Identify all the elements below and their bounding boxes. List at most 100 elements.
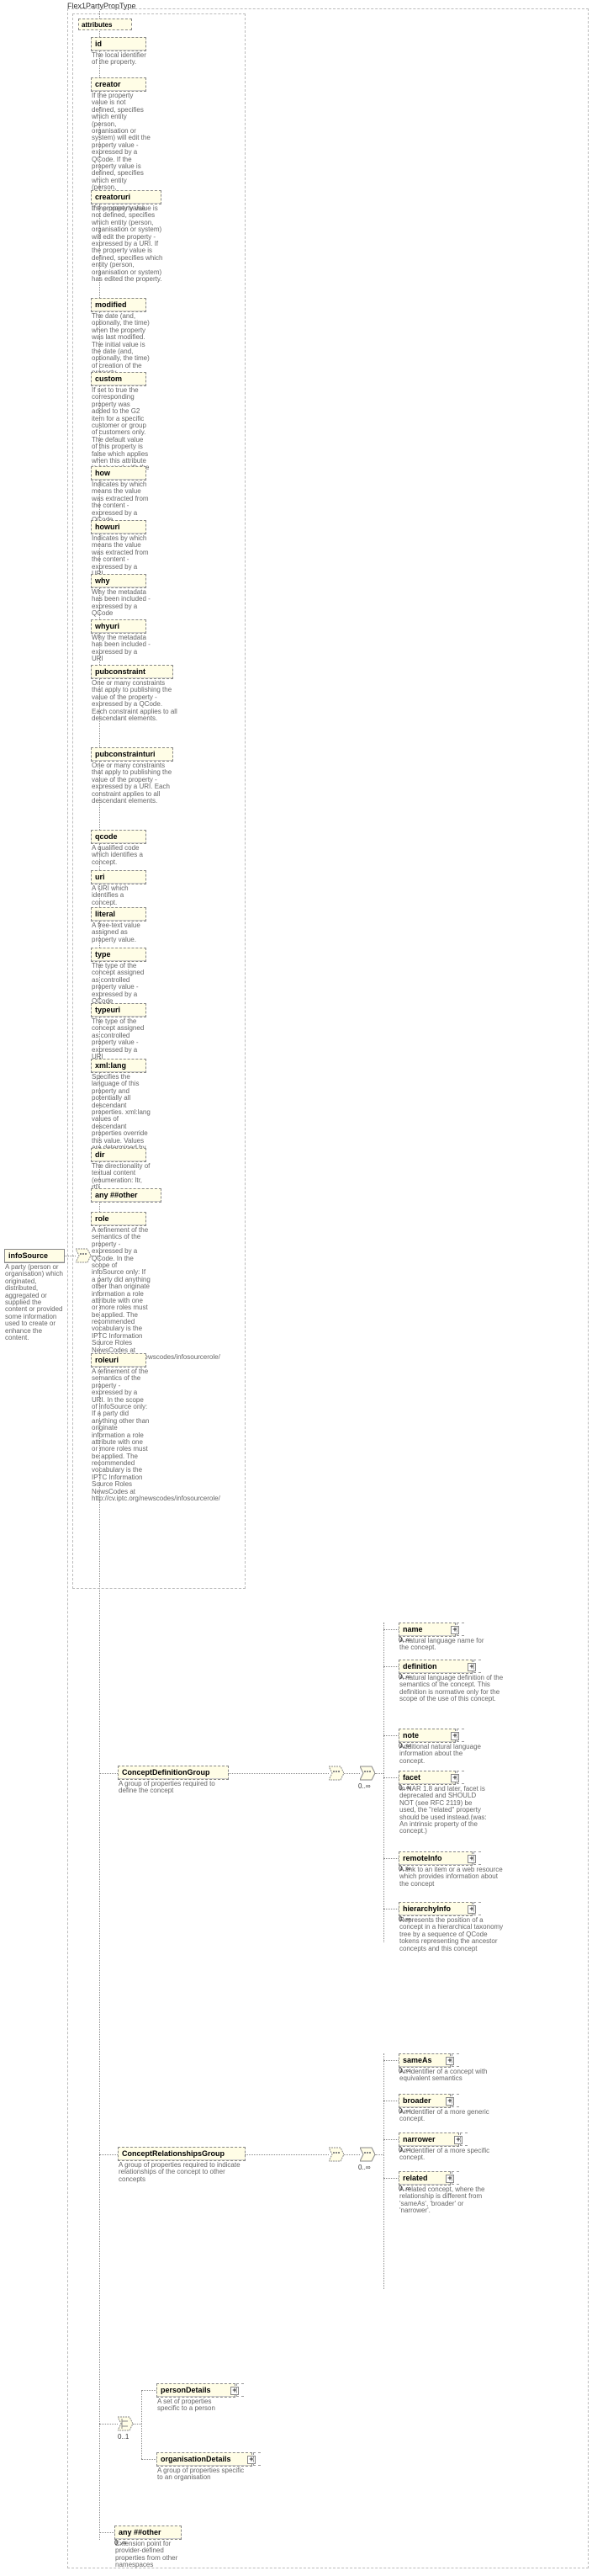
label: organisationDetails: [161, 2455, 231, 2463]
cardinality: 0..1: [118, 2433, 129, 2441]
attr-desc: The directionality of textual content (e…: [92, 1162, 151, 1192]
spine: [383, 1623, 384, 1942]
sequence-icon: [329, 1764, 344, 1782]
desc: A party (person or organisation) which o…: [5, 1263, 64, 1341]
attr-desc: If set to true the corresponding propert…: [92, 386, 151, 479]
desc: Represents the position of a concept in …: [399, 1916, 505, 1952]
attr-id: idThe local identifier of the property.: [91, 37, 146, 51]
attr-label: uri: [92, 871, 145, 884]
connector: [344, 1773, 360, 1774]
attr-desc: A URI which identifies a concept.: [92, 884, 151, 906]
desc: A related concept, where the relationshi…: [399, 2186, 492, 2215]
attr-desc: A free-text value assigned as property v…: [92, 922, 151, 943]
attr-label: role: [92, 1213, 145, 1225]
sequence-icon: [360, 2145, 375, 2164]
attr-label: dir: [92, 1149, 145, 1161]
desc: A group of properties required to indica…: [119, 2161, 245, 2183]
attr-desc: Why the metadata has been included - exp…: [92, 588, 151, 618]
attr-desc: Indicates by which means the value was e…: [92, 534, 151, 577]
label: any ##other: [115, 2526, 181, 2539]
connector: [383, 2178, 399, 2179]
attr-label: roleuri: [92, 1354, 145, 1367]
spine: [141, 2390, 142, 2459]
label: broader: [403, 2096, 431, 2105]
connector: [383, 1666, 399, 1667]
attr-pubconstrainturi: pubconstrainturiOne or many constraints …: [91, 747, 173, 762]
attr-label: howuri: [92, 521, 145, 534]
cardinality: 0..∞: [358, 1782, 371, 1790]
connector: [141, 2390, 156, 2391]
attr-label: how: [92, 467, 145, 480]
connector: [99, 2532, 114, 2533]
desc: In NAR 1.8 and later, facet is deprecate…: [399, 1785, 489, 1835]
attr-desc: One or many constraints that apply to pu…: [92, 679, 177, 722]
node-cbroad: broader+An identifier of a more generic …: [399, 2094, 451, 2108]
attr-roleuri: roleuriA refinement of the semantics of …: [91, 1353, 146, 1368]
bracket: [473, 1660, 481, 1673]
cardinality: 0..∞: [399, 1673, 411, 1681]
desc: A link to an item or a web resource whic…: [399, 1866, 505, 1888]
connector: [133, 2424, 141, 2425]
desc: A group of properties specific to an org…: [157, 2467, 251, 2482]
attr-label: qcode: [92, 831, 145, 843]
attr-label: custom: [92, 373, 145, 385]
connector: [141, 2459, 156, 2460]
attr-qcode: qcodeA qualified code which identifies a…: [91, 830, 146, 844]
attr-uri: uriA URI which identifies a concept.: [91, 870, 146, 884]
node-csame: sameAs+An identifier of a concept with e…: [399, 2053, 451, 2068]
connector: [383, 1629, 399, 1630]
node-any-other: any ##other Extension point for provider…: [114, 2526, 182, 2540]
sequence-icon: [329, 2145, 344, 2164]
connector: [383, 1858, 399, 1859]
bracket: [473, 1851, 481, 1865]
label: related: [403, 2174, 428, 2182]
label: personDetails: [161, 2386, 211, 2394]
bracket: [457, 1623, 464, 1636]
desc: A natural language name for the concept.: [399, 1637, 489, 1652]
attr-dir: dirThe directionality of textual content…: [91, 1148, 146, 1162]
label: note: [403, 1731, 419, 1739]
connector: [245, 2154, 329, 2155]
attr-desc: A qualified code which identifies a conc…: [92, 844, 151, 866]
attr-label: type: [92, 948, 145, 961]
attr-label: id: [92, 38, 145, 50]
attr-desc: The type of the concept assigned as cont…: [92, 962, 151, 1005]
cardinality: 0..∞: [114, 2539, 127, 2547]
attr-howuri: howuriIndicates by which means the value…: [91, 520, 146, 534]
connector: [383, 2139, 399, 2140]
attr-why: whyWhy the metadata has been included - …: [91, 574, 146, 588]
cardinality: 0..∞: [399, 1636, 411, 1644]
desc: An identifier of a concept with equivale…: [399, 2068, 492, 2083]
desc: Additional natural language information …: [399, 1743, 489, 1765]
node-cremote: remoteInfo+A link to an item or a web re…: [399, 1851, 473, 1866]
attr-label: creatoruri: [92, 191, 161, 204]
attr-label: any ##other: [92, 1189, 161, 1202]
attr-label: typeuri: [92, 1004, 145, 1017]
bracket: [253, 2452, 261, 2466]
attr-custom: customIf set to true the corresponding p…: [91, 372, 146, 386]
connector: [383, 1777, 399, 1778]
cardinality: 0..∞: [399, 2185, 411, 2192]
desc: A natural language definition of the sem…: [399, 1674, 505, 1703]
diagram-canvas: infoSource A party (person or organisati…: [0, 0, 592, 2576]
bracket: [452, 2094, 459, 2107]
attr-literal: literalA free-text value assigned as pro…: [91, 907, 146, 922]
attr-desc: Indicates by which means the value was e…: [92, 481, 151, 523]
attr-desc: If the property value is not defined, sp…: [92, 204, 166, 283]
connector: [383, 1735, 399, 1736]
connector: [375, 2154, 383, 2155]
connector: [99, 2424, 118, 2425]
node-personDetails: personDetails+ A set of properties speci…: [156, 2383, 235, 2398]
label: hierarchyInfo: [403, 1904, 451, 1913]
attributes-box: attributes: [78, 19, 132, 30]
desc: An identifier of a more generic concept.: [399, 2108, 492, 2123]
attr-creatoruri: creatoruriIf the property value is not d…: [91, 190, 161, 204]
cardinality: 0..∞: [399, 2146, 411, 2154]
desc: A group of properties required to define…: [119, 1780, 228, 1795]
attr-xmllang: xml:langSpecifies the language of this p…: [91, 1059, 146, 1073]
cardinality: 0..∞: [399, 1865, 411, 1872]
label: ConceptRelationshipsGroup: [119, 2148, 245, 2160]
node-crelated: related+A related concept, where the rel…: [399, 2171, 451, 2186]
attr-label: creator: [92, 78, 145, 91]
node-organisationDetails: organisationDetails+ A group of properti…: [156, 2452, 252, 2467]
